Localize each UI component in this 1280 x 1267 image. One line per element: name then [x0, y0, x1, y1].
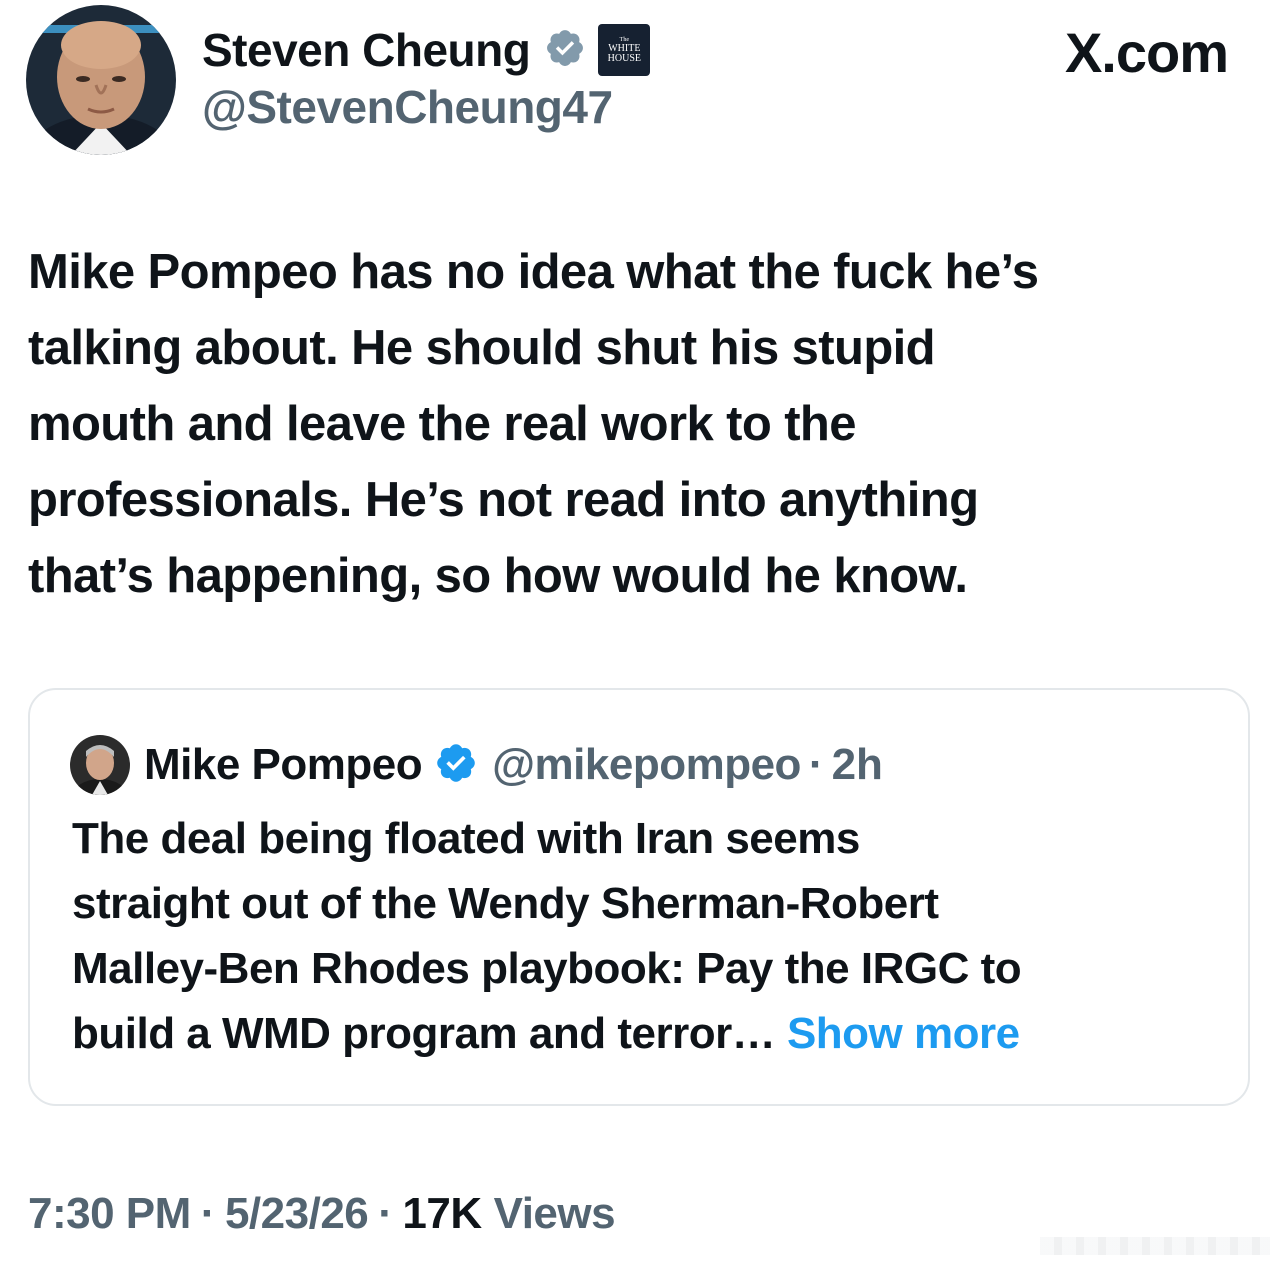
author-name[interactable]: Steven Cheung — [202, 23, 531, 77]
site-label: X.com — [1064, 21, 1229, 84]
show-more-link[interactable]: Show more — [787, 1009, 1020, 1058]
quoted-author-handle[interactable]: @mikepompeo — [492, 740, 801, 790]
quoted-tweet-card[interactable]: Mike Pompeo @mikepompeo · 2h The deal be… — [28, 688, 1250, 1106]
quoted-text-truncated: build a WMD program and terror… — [72, 1009, 776, 1058]
affiliation-line-3: HOUSE — [607, 52, 641, 64]
quoted-text-line: The deal being floated with Iran seems — [72, 814, 860, 863]
quoted-author-name[interactable]: Mike Pompeo — [144, 740, 423, 790]
verified-badge-icon — [530, 27, 586, 74]
separator-dot: · — [378, 1189, 393, 1238]
white-house-affiliation-badge[interactable]: The WHITE HOUSE — [598, 24, 651, 76]
tweet-meta-row: 7:30 PM · 5/23/26 · 17K Views — [28, 1184, 616, 1244]
decorative-strip — [1040, 1237, 1270, 1255]
separator-dot: · — [808, 740, 824, 789]
quoted-tweet-text: The deal being floated with Iran seems s… — [72, 806, 1232, 1066]
tweet-date[interactable]: 5/23/26 — [225, 1189, 369, 1239]
tweet-text: Mike Pompeo has no idea what the fuck he… — [28, 245, 1039, 603]
author-avatar[interactable] — [26, 5, 176, 155]
verified-badge-icon — [422, 741, 478, 790]
separator-dot: · — [200, 1189, 216, 1238]
quoted-tweet-header: Mike Pompeo @mikepompeo · 2h — [70, 734, 883, 796]
views-label: Views — [493, 1189, 616, 1238]
quoted-tweet-time[interactable]: 2h — [832, 740, 883, 790]
affiliation-line-2: WHITE — [608, 42, 641, 54]
quoted-text-line-last: build a WMD program and terror… Show mor… — [72, 1001, 1232, 1066]
quoted-author-avatar[interactable] — [70, 735, 130, 795]
quoted-text-line: straight out of the Wendy Sherman-Robert — [72, 879, 939, 928]
tweet-time[interactable]: 7:30 PM — [28, 1189, 191, 1239]
quoted-text-line: Malley-Ben Rhodes playbook: Pay the IRGC… — [72, 944, 1022, 993]
author-name-row: Steven Cheung The WHITE HOUSE — [202, 20, 651, 80]
views-count: 17K — [402, 1189, 482, 1238]
author-handle[interactable]: @StevenCheung47 — [202, 80, 613, 134]
